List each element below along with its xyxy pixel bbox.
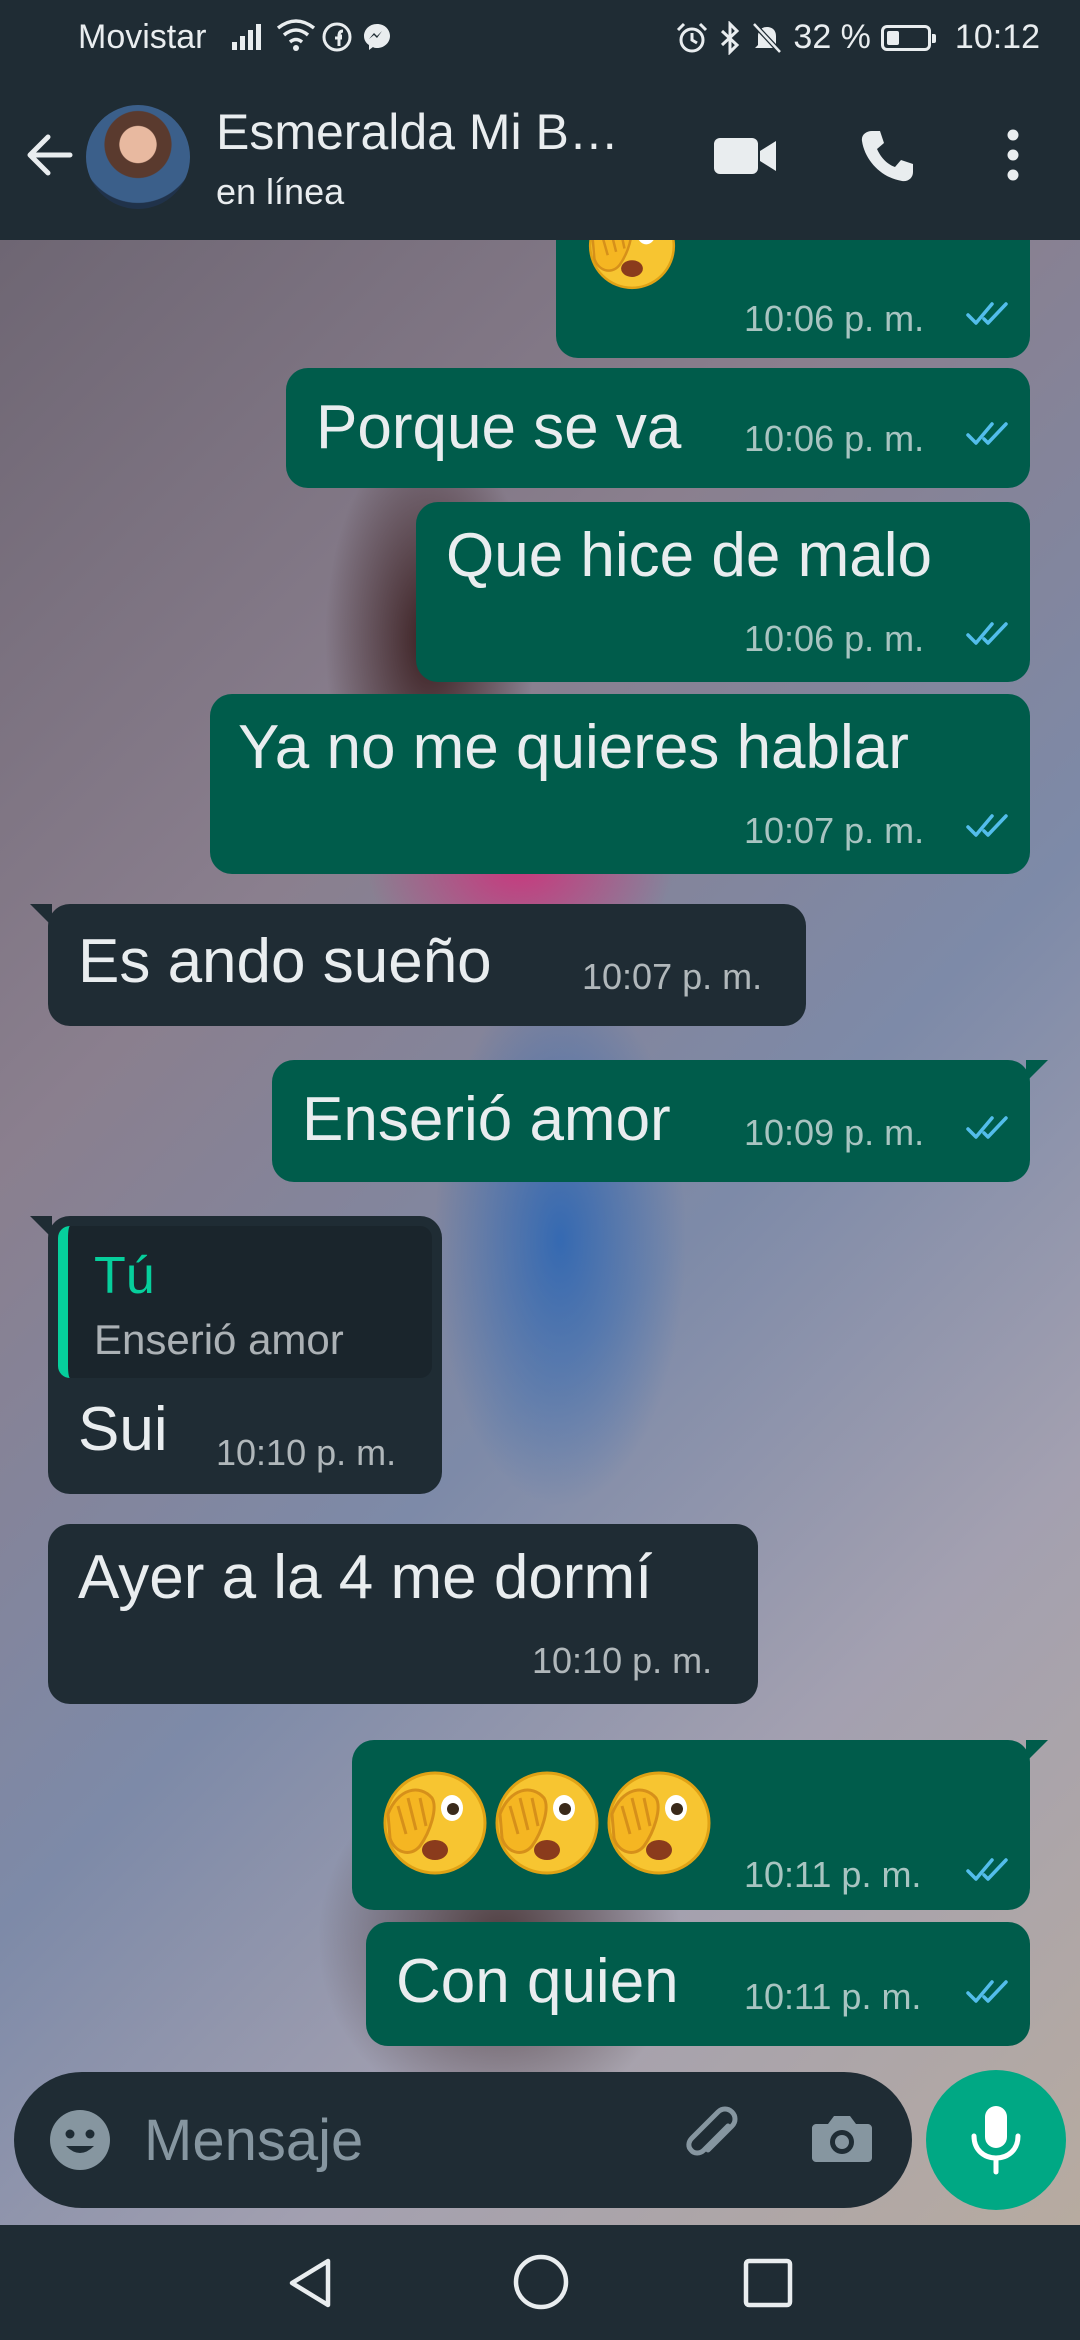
face-with-hand-over-mouth-emoji bbox=[492, 1768, 602, 1878]
message-outgoing[interactable]: 10:06 p. m. bbox=[556, 240, 1030, 358]
video-call-icon[interactable] bbox=[712, 133, 778, 179]
message-incoming[interactable]: Es ando sueño 10:07 p. m. bbox=[30, 904, 806, 1026]
contact-name[interactable]: Esmeralda Mi B… bbox=[216, 103, 619, 161]
bubble-tail bbox=[1026, 1060, 1048, 1082]
emoji-icon[interactable] bbox=[48, 2108, 112, 2172]
face-with-hand-over-mouth-emoji bbox=[586, 240, 678, 292]
message-time: 10:10 p. m. bbox=[216, 1432, 397, 1473]
voice-record-button[interactable] bbox=[926, 2070, 1066, 2210]
chat-area[interactable]: 10:06 p. m. Porque se va 10:06 p. m. Que… bbox=[0, 240, 1080, 2225]
signal-icon bbox=[232, 20, 261, 50]
message-outgoing[interactable]: 10:11 p. m. bbox=[352, 1740, 1048, 1910]
clock: 10:12 bbox=[954, 18, 1040, 56]
message-time: 10:06 p. m. bbox=[744, 418, 925, 459]
bluetooth-icon bbox=[721, 20, 740, 55]
read-receipt-icon bbox=[966, 300, 1014, 328]
message-time: 10:11 p. m. bbox=[744, 1976, 922, 2017]
attach-icon[interactable] bbox=[682, 2106, 748, 2172]
carrier-label: Movistar bbox=[78, 18, 207, 56]
back-arrow-icon[interactable] bbox=[22, 127, 78, 183]
nav-recents-icon[interactable] bbox=[740, 2255, 796, 2311]
message-composer bbox=[14, 2072, 912, 2208]
camera-icon[interactable] bbox=[810, 2108, 874, 2168]
message-time: 10:07 p. m. bbox=[582, 956, 763, 997]
message-input[interactable] bbox=[144, 2102, 664, 2178]
message-incoming-reply[interactable]: Tú Enserió amor Sui 10:10 p. m. bbox=[30, 1216, 442, 1494]
quoted-message[interactable]: Tú Enserió amor bbox=[58, 1226, 432, 1378]
battery-percent: 32 % bbox=[793, 18, 871, 56]
bubble-tail bbox=[30, 1216, 52, 1238]
face-with-hand-over-mouth-emoji bbox=[604, 1768, 714, 1878]
messenger-icon bbox=[364, 24, 390, 50]
message-text: Que hice de malo bbox=[446, 521, 932, 590]
more-options-icon[interactable] bbox=[1000, 125, 1026, 185]
wifi-icon bbox=[276, 19, 316, 51]
message-text: Porque se va bbox=[316, 393, 682, 462]
message-time: 10:09 p. m. bbox=[744, 1112, 925, 1153]
phone-icon[interactable] bbox=[858, 127, 916, 185]
mute-icon bbox=[752, 21, 783, 54]
bubble-tail bbox=[1026, 1740, 1048, 1762]
read-receipt-icon bbox=[966, 1856, 1014, 1884]
message-outgoing[interactable]: Enserió amor 10:09 p. m. bbox=[272, 1060, 1048, 1182]
nav-back-icon[interactable] bbox=[282, 2253, 342, 2313]
message-time: 10:06 p. m. bbox=[744, 298, 925, 339]
message-outgoing[interactable]: Con quien 10:11 p. m. bbox=[366, 1922, 1030, 2046]
system-nav-bar bbox=[0, 2225, 1080, 2340]
message-time: 10:07 p. m. bbox=[744, 810, 925, 851]
message-incoming[interactable]: Ayer a la 4 me dormí 10:10 p. m. bbox=[48, 1524, 758, 1704]
message-text: Con quien bbox=[396, 1947, 679, 2016]
contact-status: en línea bbox=[216, 171, 345, 212]
quote-author: Tú bbox=[94, 1247, 155, 1305]
chat-header: Esmeralda Mi B… en línea bbox=[0, 75, 1080, 240]
alarm-icon bbox=[677, 22, 708, 52]
message-time: 10:10 p. m. bbox=[532, 1640, 713, 1681]
message-text: Sui bbox=[78, 1395, 168, 1464]
read-receipt-icon bbox=[966, 812, 1014, 840]
contact-avatar[interactable] bbox=[86, 105, 190, 209]
message-text: Ya no me quieres hablar bbox=[238, 713, 909, 782]
bubble-tail bbox=[30, 904, 52, 926]
status-right: 32 % 10:12 bbox=[675, 18, 1040, 57]
read-receipt-icon bbox=[966, 420, 1014, 448]
mic-icon bbox=[971, 2106, 1021, 2175]
message-outgoing[interactable]: Ya no me quieres hablar 10:07 p. m. bbox=[210, 694, 1030, 874]
read-receipt-icon bbox=[966, 620, 1014, 648]
message-text: Ayer a la 4 me dormí bbox=[78, 1543, 653, 1612]
message-time: 10:11 p. m. bbox=[744, 1854, 922, 1895]
message-outgoing[interactable]: Porque se va 10:06 p. m. bbox=[286, 368, 1030, 488]
nav-home-icon[interactable] bbox=[510, 2251, 572, 2313]
message-text: Enserió amor bbox=[302, 1085, 671, 1154]
message-text: Es ando sueño bbox=[78, 927, 492, 996]
face-with-hand-over-mouth-emoji bbox=[380, 1768, 490, 1878]
message-outgoing[interactable]: Que hice de malo 10:06 p. m. bbox=[416, 502, 1030, 682]
status-bar: Movistar 32 % 10:12 bbox=[0, 0, 1080, 75]
read-receipt-icon bbox=[966, 1114, 1014, 1142]
battery-icon bbox=[880, 24, 936, 51]
quote-text: Enserió amor bbox=[94, 1316, 344, 1363]
read-receipt-icon bbox=[966, 1978, 1014, 2006]
message-time: 10:06 p. m. bbox=[744, 618, 925, 659]
facebook-icon bbox=[322, 22, 352, 52]
